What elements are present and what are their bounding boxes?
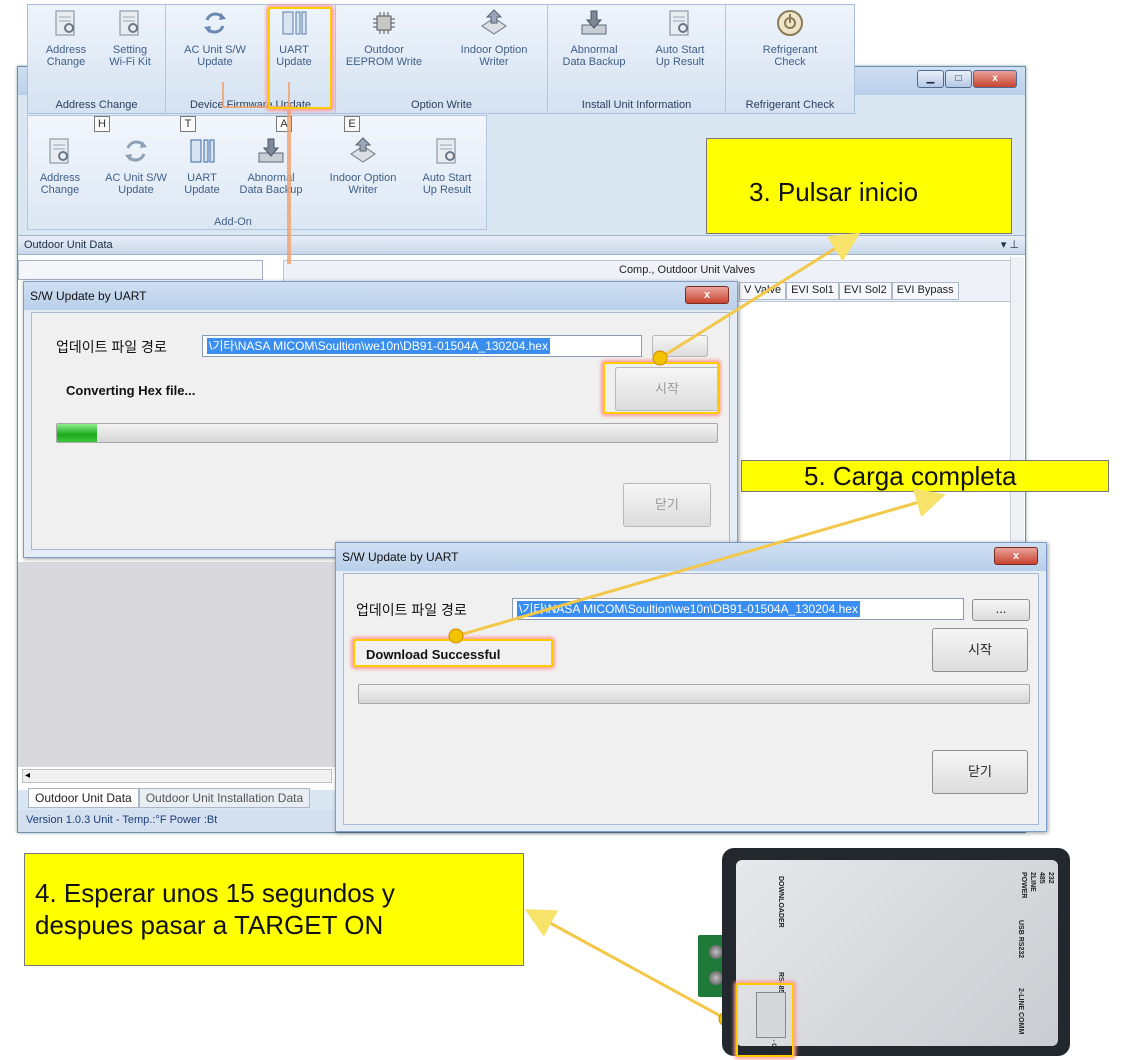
device-label: DOWNLOADER bbox=[777, 876, 784, 928]
arrow-to-step4 bbox=[524, 909, 727, 1021]
device-label: 2-LINE COMM bbox=[1017, 988, 1024, 1035]
device-label: 2LINE bbox=[1029, 872, 1036, 892]
device-label: USB RS232 bbox=[1017, 920, 1024, 959]
device-label: 232 bbox=[1047, 872, 1054, 884]
arrow-to-step5 bbox=[455, 488, 946, 638]
arrow-to-step3 bbox=[659, 232, 861, 360]
device-label: POWER bbox=[1020, 872, 1027, 899]
device-label: 485 bbox=[1038, 872, 1045, 884]
marker-dot bbox=[448, 628, 464, 644]
target-switch-highlight bbox=[736, 983, 794, 1057]
screw-icon bbox=[709, 945, 723, 959]
marker-dot bbox=[652, 350, 668, 366]
screw-icon bbox=[709, 971, 723, 985]
